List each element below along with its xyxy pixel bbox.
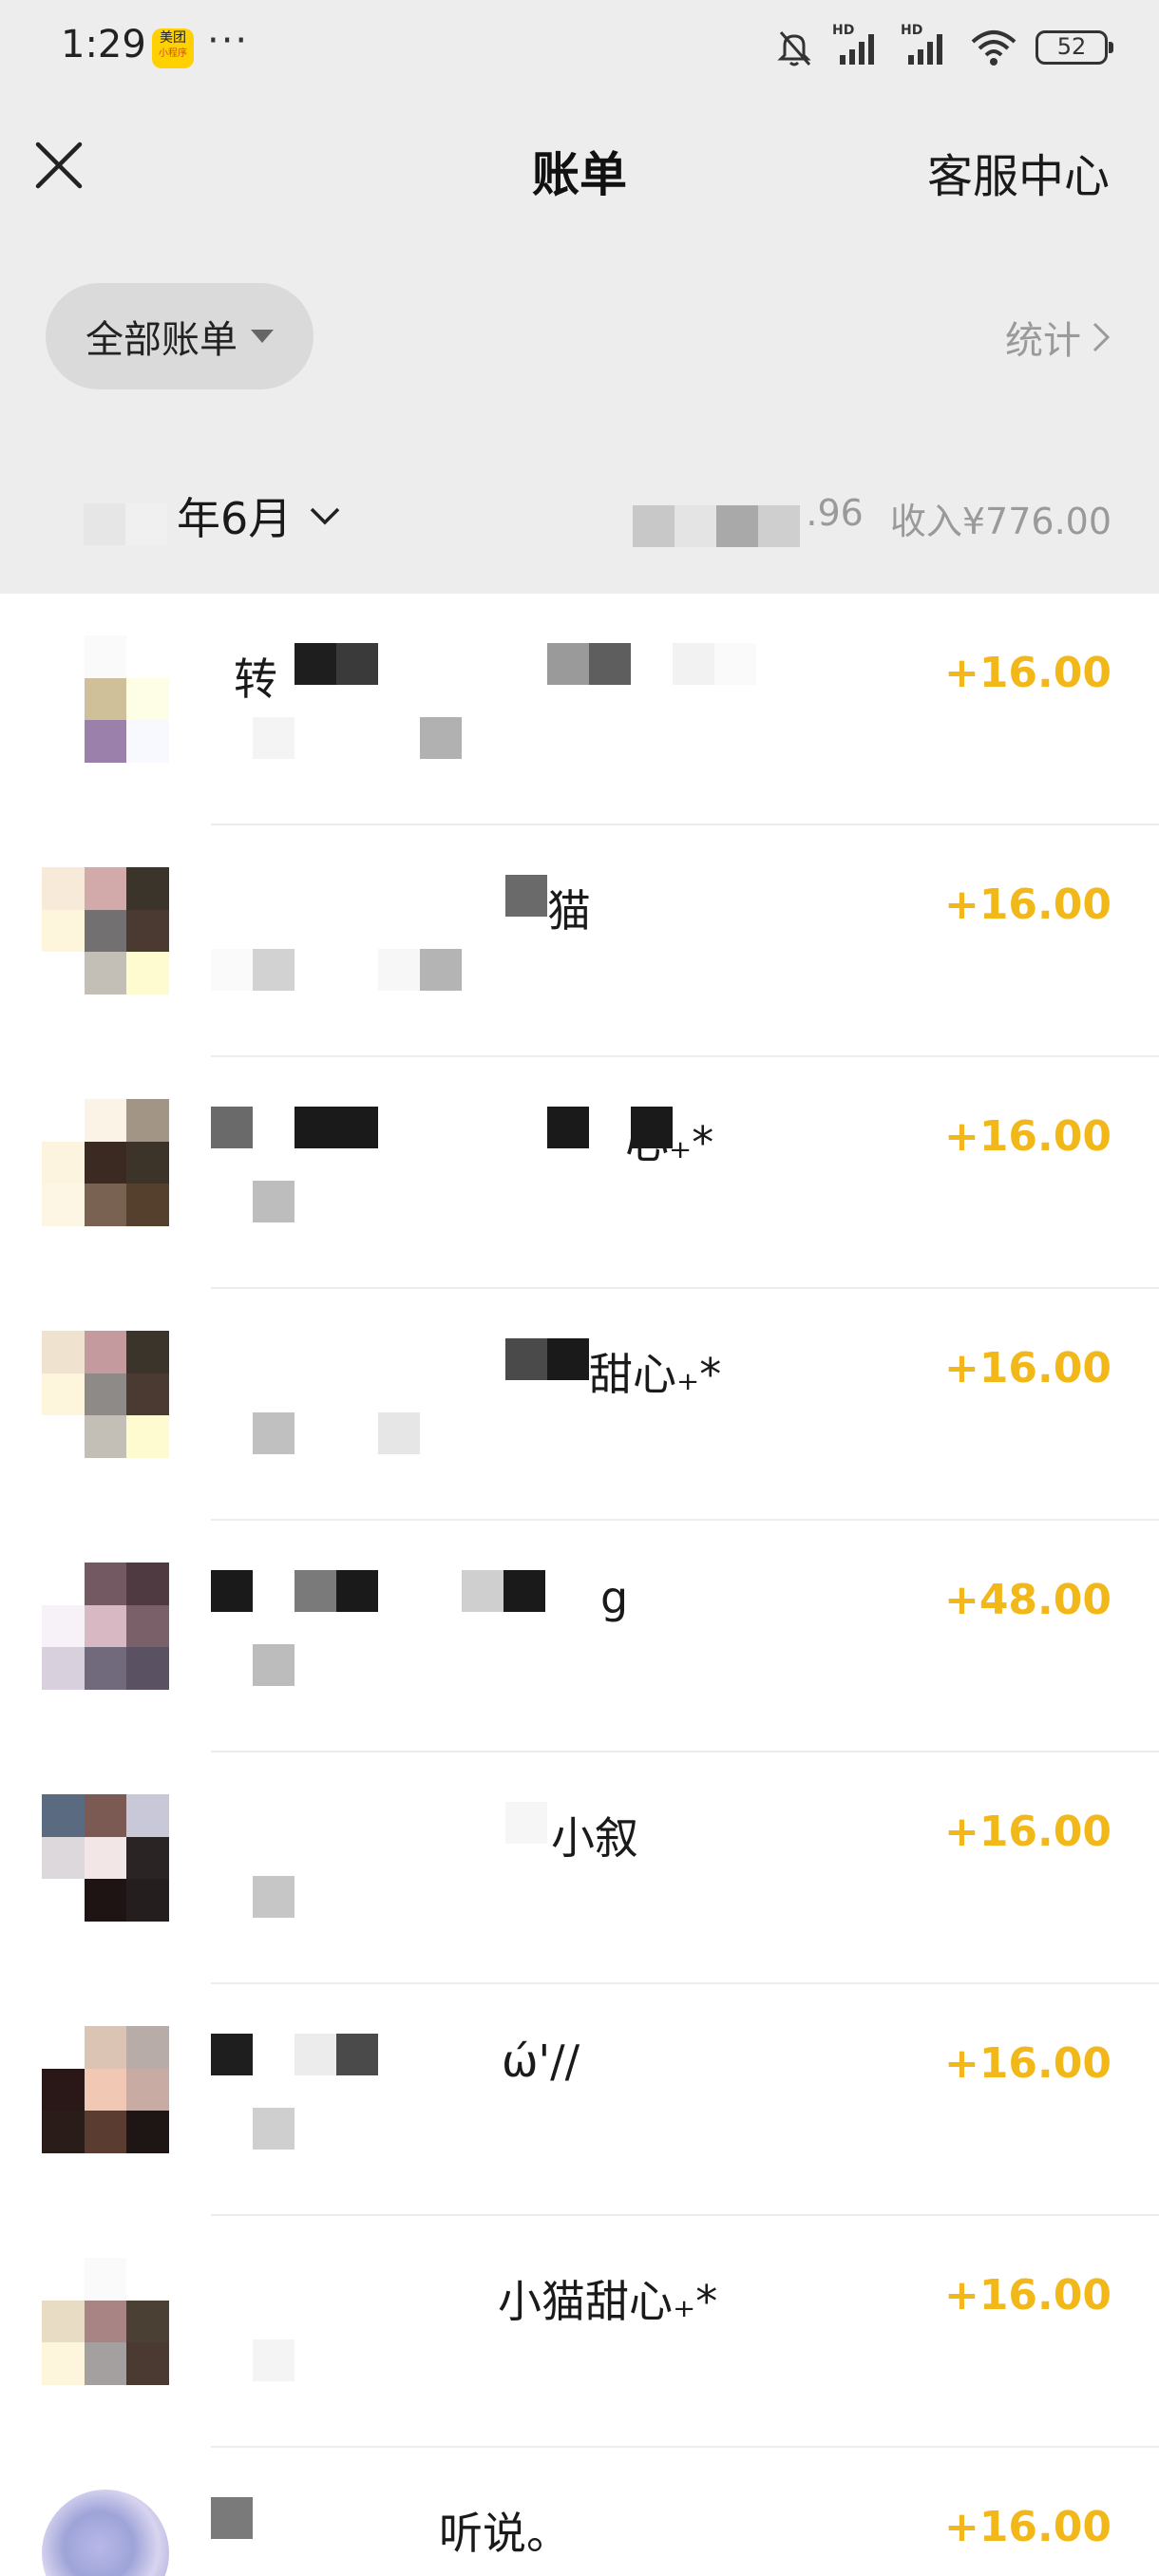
redacted-subtitle bbox=[253, 1876, 294, 1923]
avatar bbox=[42, 2026, 169, 2153]
income-total: 收入¥776.00 bbox=[889, 501, 1112, 542]
signal-2: HD bbox=[901, 23, 952, 68]
chevron-right-icon bbox=[1092, 322, 1111, 352]
customer-service-link[interactable]: 客服中心 bbox=[927, 139, 1110, 205]
bill-title-text: 小叙 bbox=[551, 1812, 638, 1864]
redacted-subtitle bbox=[253, 1181, 294, 1228]
bill-row[interactable]: 转 +16.00 bbox=[0, 594, 1159, 825]
meituan-badge-label: 美团 bbox=[160, 30, 186, 46]
bill-title-text: 转 bbox=[234, 653, 277, 705]
signal-1: HD bbox=[832, 23, 884, 68]
bill-amount: +16.00 bbox=[943, 1112, 1112, 1161]
bill-amount: +48.00 bbox=[943, 1576, 1112, 1624]
bill-title: 转 bbox=[211, 643, 857, 705]
redacted-expense bbox=[633, 505, 800, 547]
battery-icon: 52 bbox=[1036, 30, 1113, 65]
bill-amount: +16.00 bbox=[943, 2503, 1112, 2551]
bill-title: 听说。 bbox=[211, 2497, 857, 2559]
bill-amount: +16.00 bbox=[943, 2271, 1112, 2320]
bill-row[interactable]: 小猫甜心₊* +16.00 bbox=[0, 2216, 1159, 2448]
nav-bar: 账单 客服中心 bbox=[0, 95, 1159, 237]
bill-row[interactable]: 心₊* +16.00 bbox=[0, 1057, 1159, 1289]
bill-title: 小叙 bbox=[211, 1802, 857, 1864]
redacted-subtitle bbox=[211, 949, 462, 996]
mute-bell-icon bbox=[777, 31, 811, 66]
bill-amount: +16.00 bbox=[943, 649, 1112, 697]
signal-bars-icon bbox=[840, 34, 874, 65]
month-label: 年6月 bbox=[177, 493, 293, 544]
bill-title: g bbox=[211, 1570, 857, 1627]
wifi-icon bbox=[971, 30, 1016, 66]
avatar bbox=[42, 867, 169, 994]
bill-title-text: 小猫甜心₊* bbox=[498, 2276, 718, 2327]
bill-amount: +16.00 bbox=[943, 1808, 1112, 1856]
meituan-app-icon: 美团 小程序 bbox=[152, 28, 194, 68]
bill-row[interactable]: g +48.00 bbox=[0, 1521, 1159, 1752]
bill-title: 猫 bbox=[211, 875, 857, 937]
bill-title: 小猫甜心₊* bbox=[211, 2265, 857, 2327]
bill-title: 心₊* bbox=[211, 1107, 857, 1168]
status-icons: HD HD 52 bbox=[773, 23, 1113, 70]
close-icon bbox=[35, 142, 83, 189]
chevron-down-icon bbox=[311, 507, 340, 525]
bill-row[interactable]: ώ'// +16.00 bbox=[0, 1984, 1159, 2216]
bill-title: ώ'// bbox=[211, 2034, 857, 2091]
redacted-subtitle bbox=[253, 717, 462, 765]
bill-amount: +16.00 bbox=[943, 2039, 1112, 2088]
bill-title-text: g bbox=[600, 1572, 629, 1623]
bill-title-text: ώ'// bbox=[502, 2036, 580, 2087]
dropdown-triangle-icon bbox=[251, 330, 274, 343]
redacted-year bbox=[84, 503, 167, 545]
filter-bar: 全部账单 统计 bbox=[0, 237, 1159, 437]
bill-type-filter-label: 全部账单 bbox=[86, 318, 238, 362]
avatar bbox=[42, 635, 169, 763]
redacted-subtitle bbox=[253, 2108, 294, 2155]
avatar bbox=[42, 1563, 169, 1690]
avatar bbox=[42, 1099, 169, 1226]
redacted-subtitle bbox=[253, 1644, 294, 1692]
avatar bbox=[42, 2258, 169, 2385]
month-header: 年6月 .96 收入¥776.00 bbox=[0, 437, 1159, 594]
avatar bbox=[42, 2490, 169, 2576]
month-selector[interactable]: 年6月 bbox=[177, 484, 341, 547]
more-notifications-icon: ··· bbox=[207, 19, 250, 63]
bill-title-text: 听说。 bbox=[439, 2508, 570, 2559]
expense-partial: .96 bbox=[806, 492, 864, 534]
bill-amount: +16.00 bbox=[943, 1344, 1112, 1392]
bill-title-text: 甜心₊* bbox=[589, 1349, 722, 1400]
status-time: 1:29 bbox=[61, 23, 146, 66]
avatar bbox=[42, 1794, 169, 1922]
month-summary: .96 收入¥776.00 bbox=[806, 492, 1112, 544]
bill-row[interactable]: 猫 +16.00 bbox=[0, 825, 1159, 1057]
bill-title-text: 心₊* bbox=[625, 1117, 714, 1168]
signal-bars-icon-2 bbox=[908, 34, 942, 65]
bill-title-text: 猫 bbox=[547, 885, 591, 937]
bill-row[interactable]: 听说。 +16.00 bbox=[0, 2448, 1159, 2576]
bill-title: 甜心₊* bbox=[211, 1338, 857, 1400]
meituan-badge-sub: 小程序 bbox=[159, 48, 187, 59]
statistics-link[interactable]: 统计 bbox=[1005, 310, 1112, 365]
close-button[interactable] bbox=[28, 135, 89, 196]
redacted-subtitle bbox=[253, 1412, 420, 1460]
bill-row[interactable]: 小叙 +16.00 bbox=[0, 1752, 1159, 1984]
redacted-subtitle bbox=[253, 2339, 294, 2387]
avatar bbox=[42, 1331, 169, 1458]
statistics-label: 统计 bbox=[1005, 319, 1081, 363]
bill-amount: +16.00 bbox=[943, 881, 1112, 929]
bill-list: 转 +16.00 猫 +16.00 心₊* +16.00 甜心₊* +16.00… bbox=[0, 594, 1159, 2576]
bill-type-filter[interactable]: 全部账单 bbox=[46, 283, 314, 389]
status-bar: 1:29 美团 小程序 ··· HD HD 52 bbox=[0, 0, 1159, 95]
bill-row[interactable]: 甜心₊* +16.00 bbox=[0, 1289, 1159, 1521]
